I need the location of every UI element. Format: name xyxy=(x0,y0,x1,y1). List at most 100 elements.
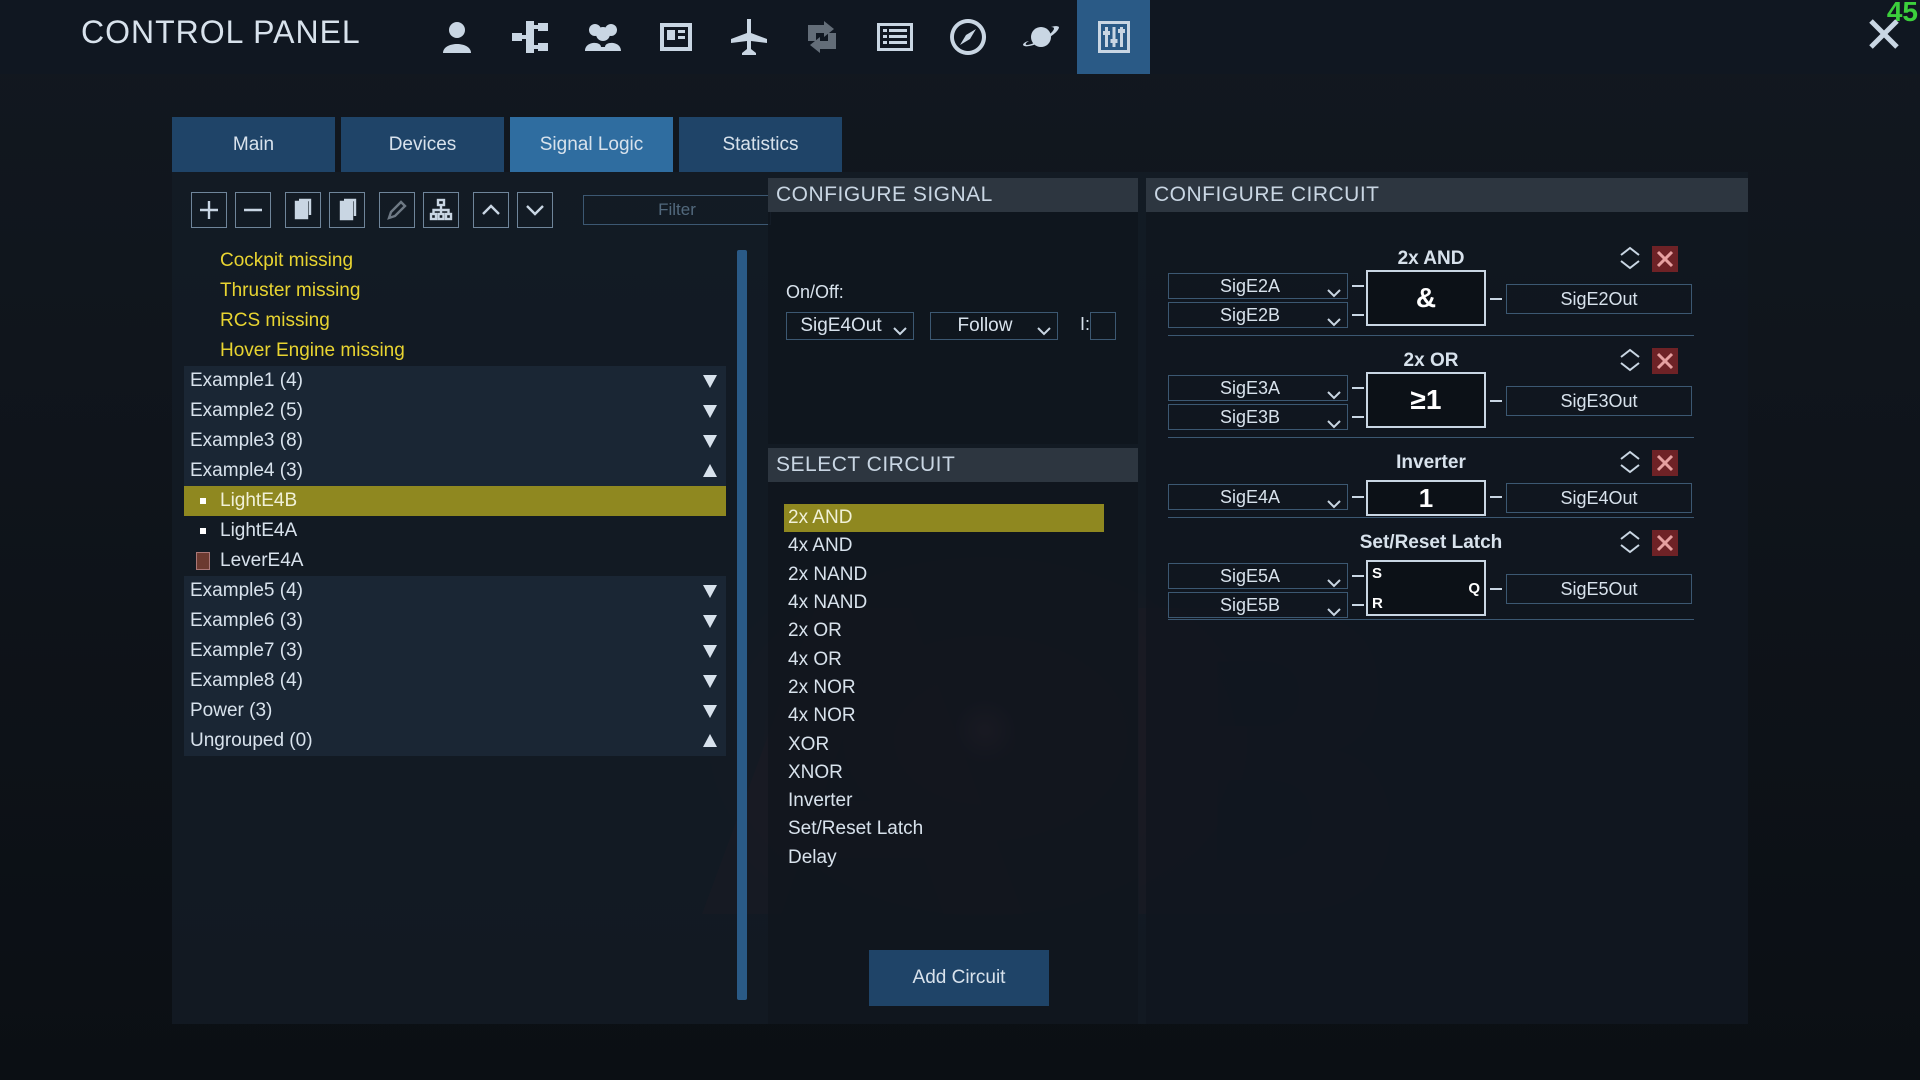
group-row-example1[interactable]: Example1 (4) xyxy=(184,366,726,396)
input-select-set[interactable]: SigE5A xyxy=(1168,563,1348,589)
list-icon[interactable] xyxy=(858,0,931,74)
circuit-item-set-reset-latch[interactable]: Set/Reset Latch xyxy=(784,815,1104,843)
input-value: SigE2B xyxy=(1219,304,1281,325)
reorder-button[interactable] xyxy=(1616,244,1644,272)
collapse-arrow-icon[interactable] xyxy=(702,733,718,749)
tab-main[interactable]: Main xyxy=(172,117,335,172)
control-panel-icon[interactable] xyxy=(1077,0,1150,74)
delete-circuit-button[interactable] xyxy=(1652,246,1678,272)
expand-arrow-icon[interactable] xyxy=(702,583,718,599)
circuit-item-inverter[interactable]: Inverter xyxy=(784,787,1104,815)
device-item-lighte4a[interactable]: LightE4A xyxy=(184,516,726,546)
expand-arrow-icon[interactable] xyxy=(702,703,718,719)
group-label: Example8 (4) xyxy=(190,670,303,691)
chevron-down-icon xyxy=(1327,493,1341,509)
input-select-a[interactable]: SigE2A xyxy=(1168,273,1348,299)
output-signal[interactable]: SigE2Out xyxy=(1506,284,1692,314)
compass-icon[interactable] xyxy=(931,0,1004,74)
output-signal[interactable]: SigE4Out xyxy=(1506,483,1692,513)
wire xyxy=(1352,604,1364,606)
mode-select-value: Follow xyxy=(957,315,1013,336)
mode-select[interactable]: Follow xyxy=(930,312,1058,340)
circuit-item-2x-and[interactable]: 2x AND xyxy=(784,504,1104,533)
wire xyxy=(1352,314,1364,316)
circuit-item-4x-nand[interactable]: 4x NAND xyxy=(784,589,1104,617)
delete-circuit-button[interactable] xyxy=(1652,348,1678,374)
input-select-b[interactable]: SigE2B xyxy=(1168,302,1348,328)
circuit-item-4x-and[interactable]: 4x AND xyxy=(784,532,1104,560)
tab-statistics[interactable]: Statistics xyxy=(679,117,842,172)
delete-circuit-button[interactable] xyxy=(1652,530,1678,556)
circuit-item-delay[interactable]: Delay xyxy=(784,844,1104,872)
structure-icon[interactable] xyxy=(493,0,566,74)
group-label: Example5 (4) xyxy=(190,580,303,601)
group-row-example4[interactable]: Example4 (3) xyxy=(184,456,726,486)
delete-circuit-button[interactable] xyxy=(1652,450,1678,476)
add-circuit-button[interactable]: Add Circuit xyxy=(869,950,1049,1006)
expand-arrow-icon[interactable] xyxy=(702,613,718,629)
wire xyxy=(1490,496,1502,498)
circuit-item-2x-or[interactable]: 2x OR xyxy=(784,617,1104,645)
expand-arrow-icon[interactable] xyxy=(702,373,718,389)
configure-circuit-panel: CONFIGURE CIRCUIT 2x AND SigE2A SigE2B &… xyxy=(1146,178,1748,1024)
add-button[interactable] xyxy=(191,192,227,228)
tab-devices[interactable]: Devices xyxy=(341,117,504,172)
group-row-power[interactable]: Power (3) xyxy=(184,696,726,726)
expand-arrow-icon[interactable] xyxy=(702,403,718,419)
list-scrollbar[interactable] xyxy=(737,250,747,1000)
configure-signal-header: CONFIGURE SIGNAL xyxy=(768,178,1138,212)
copy-button[interactable] xyxy=(285,192,321,228)
circuit-item-xnor[interactable]: XNOR xyxy=(784,759,1104,787)
group-row-example3[interactable]: Example3 (8) xyxy=(184,426,726,456)
edit-button[interactable] xyxy=(379,192,415,228)
group-row-ungrouped[interactable]: Ungrouped (0) xyxy=(184,726,726,756)
top-bar: CONTROL PANEL 45 xyxy=(0,0,1920,74)
group-row-example8[interactable]: Example8 (4) xyxy=(184,666,726,696)
circuit-item-4x-or[interactable]: 4x OR xyxy=(784,645,1104,673)
input-select-reset[interactable]: SigE5B xyxy=(1168,592,1348,618)
paste-button[interactable] xyxy=(329,192,365,228)
player-icon[interactable] xyxy=(420,0,493,74)
device-label: LeverE4A xyxy=(220,550,304,571)
device-item-levere4a[interactable]: LeverE4A xyxy=(184,546,726,576)
circuit-item-xor[interactable]: XOR xyxy=(784,730,1104,758)
filter-input[interactable] xyxy=(583,195,771,225)
reorder-button[interactable] xyxy=(1616,346,1644,374)
input-select-a[interactable]: SigE3A xyxy=(1168,375,1348,401)
expand-arrow-icon[interactable] xyxy=(702,673,718,689)
collapse-arrow-icon[interactable] xyxy=(702,463,718,479)
group-row-example6[interactable]: Example6 (3) xyxy=(184,606,726,636)
group-button[interactable] xyxy=(423,192,459,228)
group-row-example7[interactable]: Example7 (3) xyxy=(184,636,726,666)
group-row-example5[interactable]: Example5 (4) xyxy=(184,576,726,606)
reorder-button[interactable] xyxy=(1616,448,1644,476)
close-button[interactable] xyxy=(1866,16,1902,52)
invert-checkbox[interactable] xyxy=(1090,312,1116,340)
device-item-lighte4b[interactable]: LightE4B xyxy=(184,486,726,516)
wire xyxy=(1352,387,1364,389)
transfer-icon[interactable] xyxy=(785,0,858,74)
wire xyxy=(1352,496,1364,498)
group-row-example2[interactable]: Example2 (5) xyxy=(184,396,726,426)
circuit-item-2x-nand[interactable]: 2x NAND xyxy=(784,561,1104,589)
warning-item: Thruster missing xyxy=(220,280,361,301)
crew-icon[interactable] xyxy=(566,0,639,74)
move-up-button[interactable] xyxy=(473,192,509,228)
planet-icon[interactable] xyxy=(1004,0,1077,74)
remove-button[interactable] xyxy=(235,192,271,228)
tab-signal-logic[interactable]: Signal Logic xyxy=(510,117,673,172)
output-signal[interactable]: SigE3Out xyxy=(1506,386,1692,416)
ship-icon[interactable] xyxy=(712,0,785,74)
blueprint-icon[interactable] xyxy=(639,0,712,74)
circuit-item-4x-nor[interactable]: 4x NOR xyxy=(784,702,1104,730)
signal-select[interactable]: SigE4Out xyxy=(786,312,914,340)
input-select-a[interactable]: SigE4A xyxy=(1168,484,1348,510)
move-down-button[interactable] xyxy=(517,192,553,228)
circuit-item-2x-nor[interactable]: 2x NOR xyxy=(784,674,1104,702)
expand-arrow-icon[interactable] xyxy=(702,433,718,449)
input-select-b[interactable]: SigE3B xyxy=(1168,404,1348,430)
output-signal[interactable]: SigE5Out xyxy=(1506,574,1692,604)
reorder-button[interactable] xyxy=(1616,528,1644,556)
expand-arrow-icon[interactable] xyxy=(702,643,718,659)
hierarchy-icon xyxy=(429,198,453,221)
